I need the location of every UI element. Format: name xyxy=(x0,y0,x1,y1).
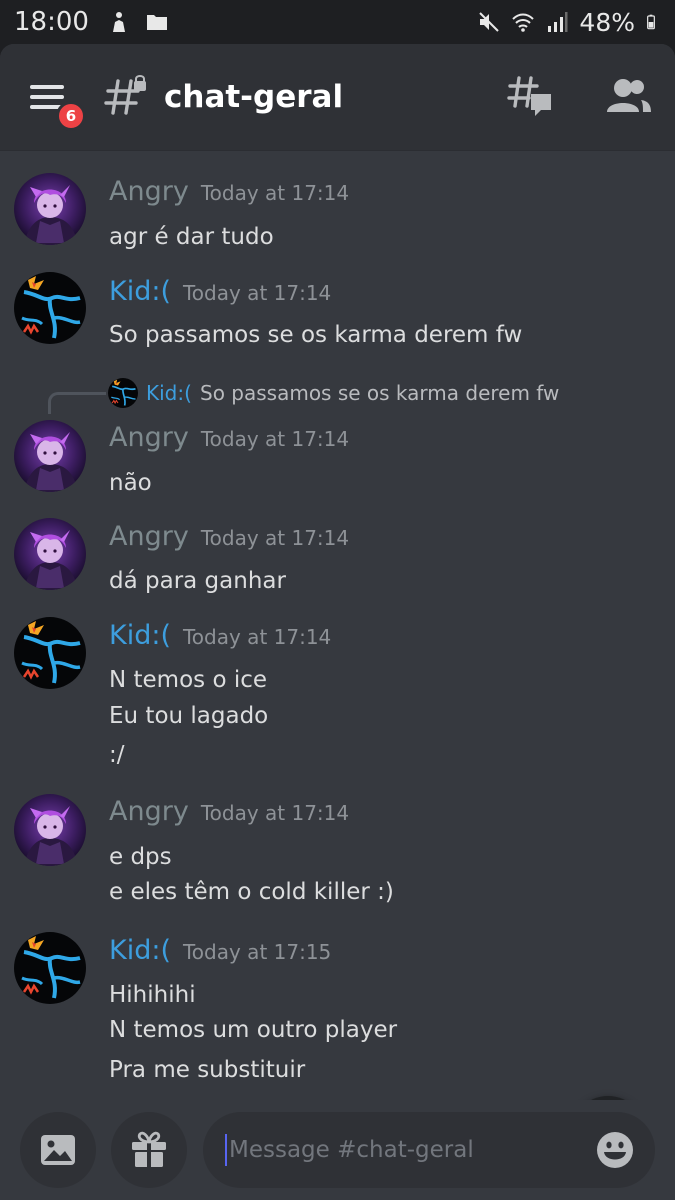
signal-icon xyxy=(548,12,568,32)
avatar[interactable] xyxy=(14,420,86,492)
timestamp: Today at 17:15 xyxy=(182,940,332,964)
menu-icon xyxy=(30,85,64,89)
author-name[interactable]: Angry xyxy=(109,521,189,552)
author-name[interactable]: Angry xyxy=(109,422,189,453)
message-text: N temos o ice xyxy=(109,667,268,693)
timestamp: Today at 17:14 xyxy=(182,625,332,649)
avatar[interactable] xyxy=(14,932,86,1004)
status-bar: 18:00 48% xyxy=(0,0,675,44)
author-name[interactable]: Kid:( xyxy=(109,276,171,307)
emoji-icon[interactable] xyxy=(595,1130,635,1170)
reply-text: So passamos se os karma derem fw xyxy=(200,381,560,405)
author-name[interactable]: Kid:( xyxy=(109,935,171,966)
menu-button[interactable]: 6 xyxy=(30,77,86,131)
gift-button[interactable] xyxy=(111,1112,187,1188)
gift-icon xyxy=(132,1131,166,1167)
battery-icon xyxy=(647,14,655,30)
channel-header: 6 chat-geral xyxy=(0,44,675,150)
message-list[interactable]: Angry Today at 17:14 agr é dar tudo Kid:… xyxy=(0,150,675,1172)
message-text: Eu tou lagado xyxy=(109,703,269,729)
avatar[interactable] xyxy=(14,272,86,344)
reply-preview[interactable]: Kid:( So passamos se os karma derem fw xyxy=(48,376,648,414)
reply-author: Kid:( xyxy=(146,381,192,405)
message-text: e eles têm o cold killer :) xyxy=(109,879,394,905)
timestamp: Today at 17:14 xyxy=(182,281,332,305)
message-text: e dps xyxy=(109,844,172,870)
message-input[interactable] xyxy=(229,1137,595,1163)
message-composer xyxy=(0,1100,675,1200)
timestamp: Today at 17:14 xyxy=(200,427,350,451)
activity-icon xyxy=(112,12,125,32)
message-text: Hihihihi xyxy=(109,982,196,1008)
battery-percent: 48% xyxy=(579,7,635,37)
members-icon[interactable] xyxy=(605,74,651,120)
message-text: N temos um outro player xyxy=(109,1017,398,1043)
timestamp: Today at 17:14 xyxy=(200,526,350,550)
author-name[interactable]: Kid:( xyxy=(109,620,171,651)
mute-icon xyxy=(479,12,500,32)
channel-title: chat-geral xyxy=(164,79,344,115)
status-time: 18:00 xyxy=(14,7,89,37)
message-text: dá para ganhar xyxy=(109,568,286,594)
message-input-container[interactable] xyxy=(203,1112,655,1188)
author-name[interactable]: Angry xyxy=(109,796,189,827)
message-text: :/ xyxy=(109,742,125,768)
timestamp: Today at 17:14 xyxy=(200,181,350,205)
threads-icon[interactable] xyxy=(507,74,553,120)
author-name[interactable]: Angry xyxy=(109,176,189,207)
avatar[interactable] xyxy=(14,173,86,245)
message-text: não xyxy=(109,470,152,496)
image-icon xyxy=(41,1135,75,1165)
timestamp: Today at 17:14 xyxy=(200,801,350,825)
avatar[interactable] xyxy=(14,617,86,689)
avatar[interactable] xyxy=(14,794,86,866)
message-text: Pra me substituir xyxy=(109,1057,306,1083)
locked-channel-icon xyxy=(104,75,146,115)
message-text: So passamos se os karma derem fw xyxy=(109,322,523,348)
avatar[interactable] xyxy=(14,518,86,590)
wifi-icon xyxy=(512,13,535,32)
reply-avatar xyxy=(108,378,138,408)
chat-screen: 6 chat-geral Angry Today at 17:14 agr é … xyxy=(0,44,675,1200)
notification-badge: 6 xyxy=(56,101,86,131)
attach-image-button[interactable] xyxy=(20,1112,96,1188)
text-caret xyxy=(225,1134,227,1166)
reply-spine xyxy=(48,392,106,414)
message-text: agr é dar tudo xyxy=(109,224,274,250)
folder-icon xyxy=(146,15,167,30)
